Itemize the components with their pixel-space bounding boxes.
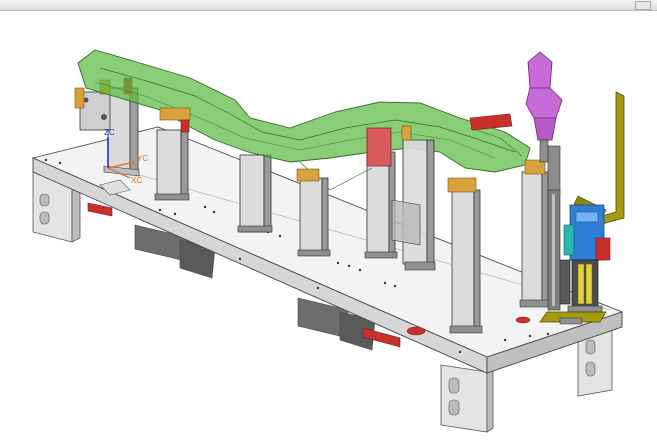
riser xyxy=(296,168,331,257)
fixture-model-3d: ZC YC XC xyxy=(31,49,625,433)
riser xyxy=(447,177,483,334)
axis-label-yc: YC xyxy=(137,154,148,163)
riser xyxy=(237,154,273,233)
window-titlebar xyxy=(0,0,657,11)
riser xyxy=(154,129,190,201)
swing-arm xyxy=(573,91,625,225)
riser xyxy=(519,159,551,308)
slide-rail xyxy=(547,189,561,311)
window-control-button[interactable] xyxy=(635,1,651,10)
axis-label-xc: XC xyxy=(131,176,142,185)
support-leg xyxy=(440,364,494,433)
axis-label-zc: ZC xyxy=(104,128,115,137)
clamp-block-red xyxy=(469,113,513,131)
cad-window: ZC YC XC xyxy=(0,0,657,441)
graphics-viewport[interactable]: ZC YC XC xyxy=(0,11,657,441)
